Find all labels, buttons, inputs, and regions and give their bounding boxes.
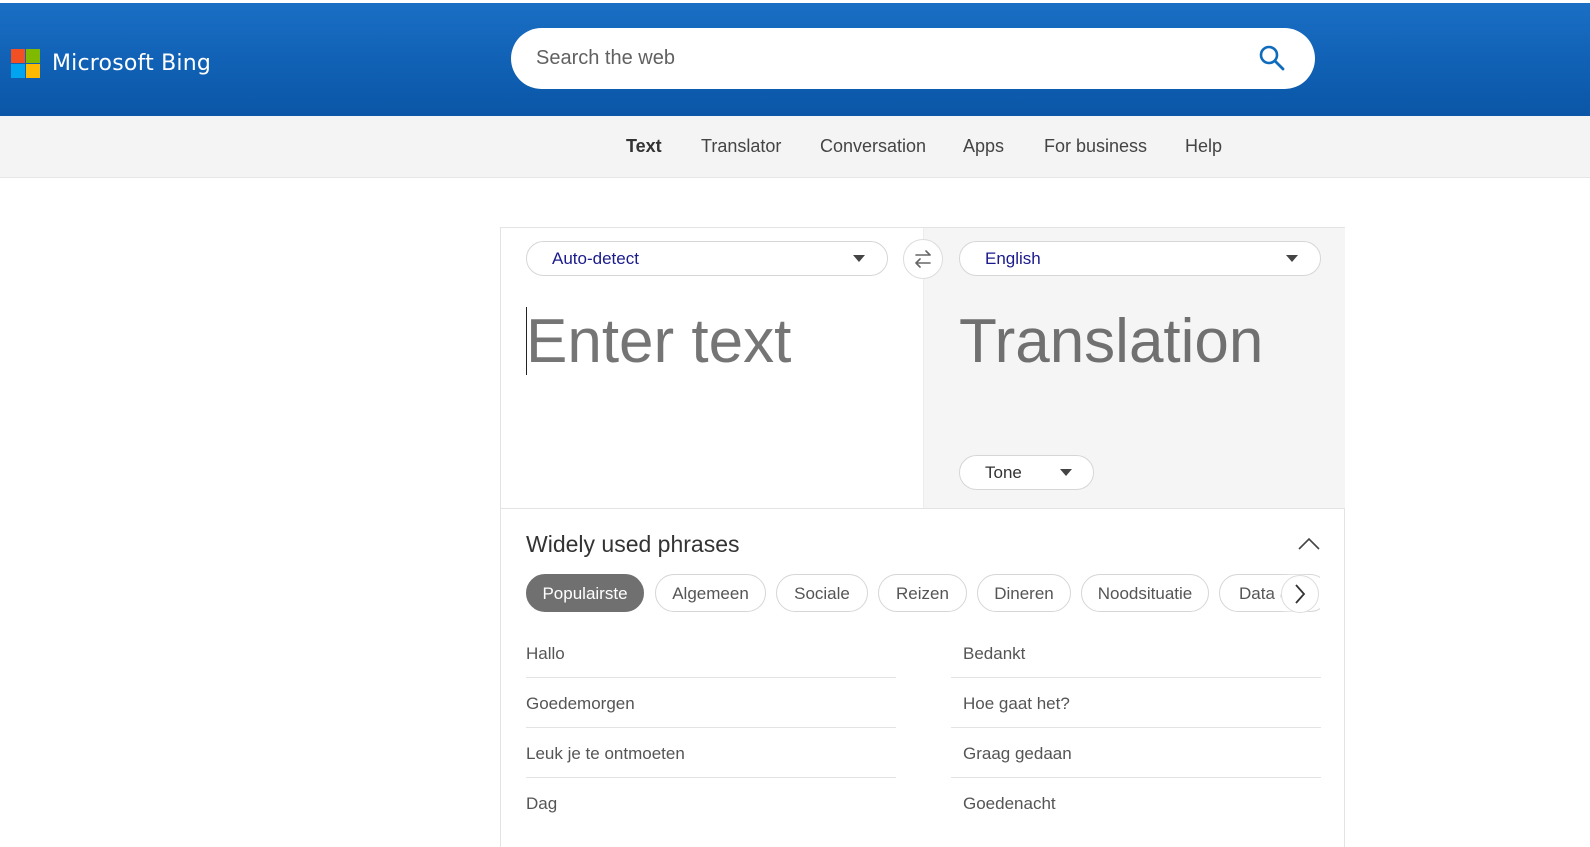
header-bar: Microsoft Bing: [0, 3, 1590, 116]
brand-name: Microsoft Bing: [52, 51, 212, 76]
chip-dineren[interactable]: Dineren: [977, 574, 1071, 612]
chip-reizen[interactable]: Reizen: [878, 574, 967, 612]
swap-icon: [915, 250, 931, 268]
chevron-down-icon: [1060, 469, 1072, 476]
phrase-item[interactable]: Dag: [526, 778, 896, 828]
chip-noodsituatie[interactable]: Noodsituatie: [1081, 574, 1209, 612]
nav-for-business[interactable]: For business: [1044, 136, 1147, 157]
target-language-select[interactable]: English: [959, 241, 1321, 276]
chevron-right-icon: [1295, 584, 1306, 604]
phrase-item[interactable]: Bedankt: [951, 628, 1321, 678]
tone-select[interactable]: Tone: [959, 455, 1094, 490]
chip-algemeen[interactable]: Algemeen: [655, 574, 766, 612]
phrase-item[interactable]: Goedenacht: [951, 778, 1321, 828]
chip-populairste[interactable]: Populairste: [526, 574, 644, 612]
translator-card: Auto-detect English Translation Tone Wid…: [500, 227, 1345, 847]
phrase-category-chips: Populairste Algemeen Sociale Reizen Dine…: [526, 574, 1320, 614]
target-language-label: English: [985, 249, 1041, 268]
search-box[interactable]: [511, 28, 1315, 89]
phrases-left-column: Hallo Goedemorgen Leuk je te ontmoeten D…: [526, 628, 896, 828]
nav-text[interactable]: Text: [626, 136, 662, 157]
text-cursor: [526, 307, 527, 375]
phrases-title: Widely used phrases: [526, 531, 740, 557]
phrase-item[interactable]: Hallo: [526, 628, 896, 678]
phrase-item[interactable]: Goedemorgen: [526, 678, 896, 728]
swap-languages-button[interactable]: [903, 239, 943, 279]
chips-next-button[interactable]: [1281, 575, 1319, 613]
phrase-item[interactable]: Leuk je te ontmoeten: [526, 728, 896, 778]
translator-nav: Text Translator Conversation Apps For bu…: [0, 116, 1590, 178]
nav-translator[interactable]: Translator: [701, 136, 781, 157]
source-language-select[interactable]: Auto-detect: [526, 241, 888, 276]
chevron-down-icon: [1286, 255, 1298, 262]
source-language-label: Auto-detect: [552, 249, 639, 268]
section-divider: [501, 508, 1344, 509]
chip-sociale[interactable]: Sociale: [776, 574, 868, 612]
search-input[interactable]: [536, 42, 1236, 74]
phrases-right-column: Bedankt Hoe gaat het? Graag gedaan Goede…: [951, 628, 1321, 828]
search-icon[interactable]: [1258, 44, 1286, 72]
bing-logo[interactable]: Microsoft Bing: [11, 49, 211, 78]
source-text-input[interactable]: [526, 306, 906, 377]
source-pane: Auto-detect: [501, 228, 923, 508]
nav-apps[interactable]: Apps: [963, 136, 1004, 157]
tone-label: Tone: [985, 463, 1022, 482]
phrase-item[interactable]: Hoe gaat het?: [951, 678, 1321, 728]
chevron-down-icon: [853, 255, 865, 262]
translation-output: Translation: [959, 307, 1264, 376]
target-pane: English Translation Tone: [923, 228, 1345, 508]
microsoft-logo-icon: [11, 49, 40, 78]
chevron-up-icon[interactable]: [1297, 536, 1321, 552]
phrase-item[interactable]: Graag gedaan: [951, 728, 1321, 778]
nav-help[interactable]: Help: [1185, 136, 1222, 157]
nav-conversation[interactable]: Conversation: [820, 136, 926, 157]
